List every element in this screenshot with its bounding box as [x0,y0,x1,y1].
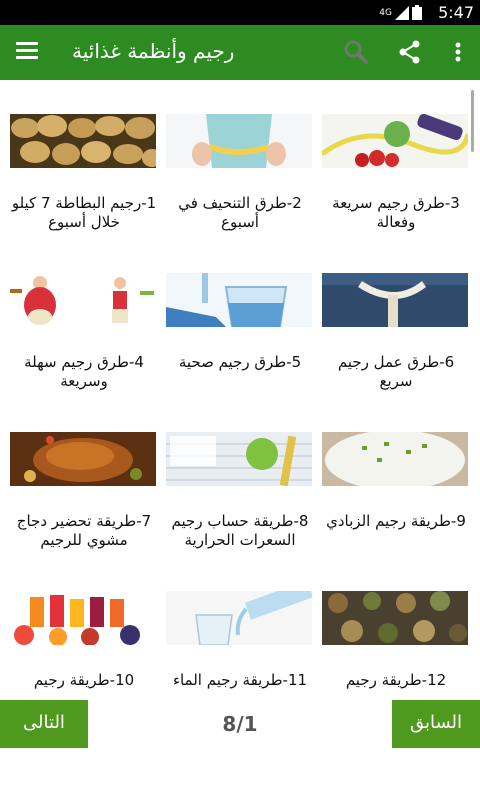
article-card[interactable]: 9-طريقة رجيم الزبادي [322,432,470,582]
menu-icon[interactable] [16,42,38,62]
article-card[interactable]: 4-طرق رجيم سهلة وسريعة [10,273,158,423]
herbs-and-spices-image [322,591,468,645]
article-card[interactable]: 6-طرق عمل رجيم سريع [322,273,470,423]
app-title: رجيم وأنظمة غذائية [72,39,235,63]
article-card[interactable]: 10-طريقة رجيم [10,591,158,700]
signal-icon [395,5,409,20]
article-card[interactable]: 8-طريقة حساب رجيم السعرات الحرارية [166,432,314,582]
article-title: 4-طرق رجيم سهلة وسريعة [24,353,144,390]
article-title: 9-طريقة رجيم الزبادي [326,512,466,530]
jeans-measuring-tape-image [322,273,468,327]
glass-of-water-image [166,273,312,327]
article-card[interactable]: 5-طرق رجيم صحية [166,273,314,423]
scrollbar[interactable] [471,90,474,152]
article-title: 6-طرق عمل رجيم سريع [337,353,455,390]
article-title: 7-طريقة تحضير دجاج مشوي للرجيم [16,512,152,549]
article-card[interactable]: 11-طريقة رجيم الماء [166,591,314,700]
app-bar: رجيم وأنظمة غذائية [0,25,480,80]
article-grid[interactable]: 1-رجيم البطاطة 7 كيلو خلال أسبوع 2-طرق ا… [0,80,480,700]
article-title: 12-طريقة رجيم [345,671,447,689]
article-title: 5-طرق رجيم صحية [178,353,302,371]
network-type: 4G [379,7,392,18]
share-icon[interactable] [396,38,424,66]
article-card[interactable]: 2-طرق التنحيف في أسبوع [166,114,314,264]
next-button[interactable]: التالى [0,700,88,748]
previous-button[interactable]: السابق [392,700,480,748]
battery-icon [412,5,422,20]
waist-measuring-tape-image [166,114,312,168]
water-pouring-image [166,591,312,645]
article-title: 8-طريقة حساب رجيم السعرات الحرارية [171,512,309,549]
before-after-cartoon-image [10,273,156,327]
juices-and-fruit-image [10,591,156,645]
roast-chicken-image [10,432,156,486]
clock: 5:47 [438,3,474,22]
article-title: 11-طريقة رجيم الماء [172,671,308,689]
search-icon[interactable] [342,38,370,66]
overflow-menu-icon[interactable] [444,38,472,66]
fruit-and-dumbbells-image [322,114,468,168]
article-card[interactable]: 3-طرق رجيم سريعة وفعالة [322,114,470,264]
article-card[interactable]: 7-طريقة تحضير دجاج مشوي للرجيم [10,432,158,582]
pagination-bar: التالى 8/1 السابق [0,700,480,800]
apple-on-chart-image [166,432,312,486]
article-title: 10-طريقة رجيم [33,671,135,689]
status-bar: 4G 5:47 [0,0,480,25]
yogurt-bowl-image [322,432,468,486]
article-title: 1-رجيم البطاطة 7 كيلو خلال أسبوع [11,194,157,231]
article-title: 3-طرق رجيم سريعة وفعالة [332,194,460,231]
article-card[interactable]: 1-رجيم البطاطة 7 كيلو خلال أسبوع [10,114,158,264]
page-indicator: 8/1 [222,712,258,736]
article-title: 2-طرق التنحيف في أسبوع [178,194,302,231]
potatoes-image [10,114,156,168]
article-card[interactable]: 12-طريقة رجيم [322,591,470,700]
